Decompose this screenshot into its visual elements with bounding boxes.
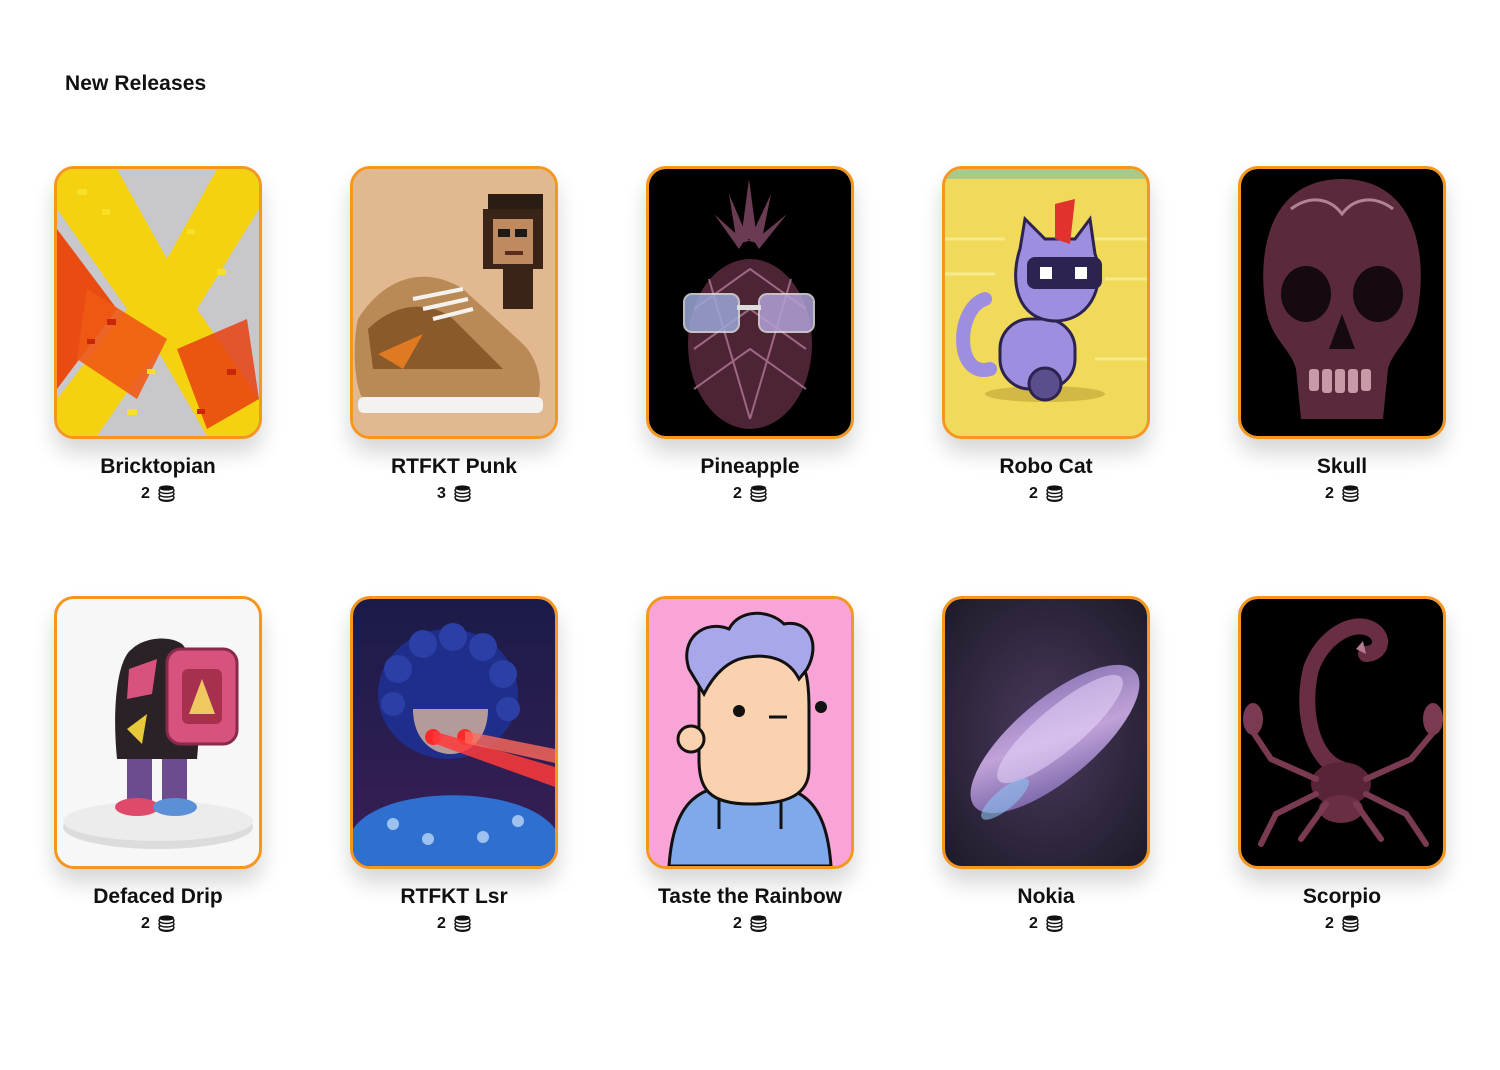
nft-card-defaced-drip[interactable]: Defaced Drip 2 bbox=[54, 596, 262, 933]
nft-card-scorpio[interactable]: Scorpio 2 bbox=[1238, 596, 1446, 933]
price-value: 2 bbox=[1325, 485, 1334, 502]
sneaker-punk-art bbox=[350, 166, 558, 439]
coins-icon bbox=[1046, 485, 1063, 502]
card-price: 2 bbox=[1029, 915, 1063, 933]
card-title: Robo Cat bbox=[999, 455, 1093, 478]
card-title: Nokia bbox=[1017, 885, 1075, 908]
card-title: Taste the Rainbow bbox=[658, 885, 842, 908]
card-title: Defaced Drip bbox=[93, 885, 223, 908]
section-title: New Releases bbox=[65, 72, 207, 95]
robo-cat-art bbox=[942, 166, 1150, 439]
card-title: RTFKT Punk bbox=[391, 455, 517, 478]
card-price: 2 bbox=[141, 915, 175, 933]
coins-icon bbox=[1342, 485, 1359, 502]
price-value: 2 bbox=[733, 485, 742, 502]
card-title: Scorpio bbox=[1302, 885, 1382, 908]
bricks-art bbox=[54, 166, 262, 439]
nft-card-nokia[interactable]: Nokia 2 bbox=[942, 596, 1150, 933]
laser-eyes-art bbox=[350, 596, 558, 869]
scorpion-art bbox=[1238, 596, 1446, 869]
price-value: 2 bbox=[437, 915, 446, 932]
price-value: 2 bbox=[1325, 915, 1334, 932]
card-title: Skull bbox=[1316, 455, 1368, 478]
card-title: Bricktopian bbox=[100, 455, 216, 478]
price-value: 2 bbox=[1029, 485, 1038, 502]
price-value: 2 bbox=[141, 485, 150, 502]
card-price: 2 bbox=[141, 485, 175, 503]
nft-card-taste-the-rainbow[interactable]: Taste the Rainbow 2 bbox=[646, 596, 854, 933]
nft-card-pineapple[interactable]: Pineapple 2 bbox=[646, 166, 854, 503]
coins-icon bbox=[158, 485, 175, 502]
drip-figure-art bbox=[54, 596, 262, 869]
card-price: 2 bbox=[437, 915, 471, 933]
glass-disc-art bbox=[942, 596, 1150, 869]
card-title: Pineapple bbox=[700, 455, 800, 478]
card-price: 2 bbox=[1029, 485, 1063, 503]
card-price: 2 bbox=[1325, 915, 1359, 933]
nft-card-skull[interactable]: Skull 2 bbox=[1238, 166, 1446, 503]
price-value: 2 bbox=[733, 915, 742, 932]
skull-art bbox=[1238, 166, 1446, 439]
coins-icon bbox=[1342, 915, 1359, 932]
coins-icon bbox=[1046, 915, 1063, 932]
card-price: 2 bbox=[733, 485, 767, 503]
nft-card-rtfkt-punk[interactable]: RTFKT Punk 3 bbox=[350, 166, 558, 503]
nft-card-bricktopian[interactable]: Bricktopian 2 bbox=[54, 166, 262, 503]
coins-icon bbox=[750, 485, 767, 502]
card-price: 2 bbox=[733, 915, 767, 933]
card-price: 2 bbox=[1325, 485, 1359, 503]
card-price: 3 bbox=[437, 485, 471, 503]
pineapple-art bbox=[646, 166, 854, 439]
nft-card-rtfkt-lsr[interactable]: RTFKT Lsr 2 bbox=[350, 596, 558, 933]
price-value: 2 bbox=[141, 915, 150, 932]
price-value: 2 bbox=[1029, 915, 1038, 932]
coins-icon bbox=[158, 915, 175, 932]
card-title: RTFKT Lsr bbox=[400, 885, 508, 908]
coins-icon bbox=[454, 485, 471, 502]
coins-icon bbox=[454, 915, 471, 932]
coins-icon bbox=[750, 915, 767, 932]
cartoon-boy-art bbox=[646, 596, 854, 869]
nft-card-robo-cat[interactable]: Robo Cat 2 bbox=[942, 166, 1150, 503]
price-value: 3 bbox=[437, 485, 446, 502]
